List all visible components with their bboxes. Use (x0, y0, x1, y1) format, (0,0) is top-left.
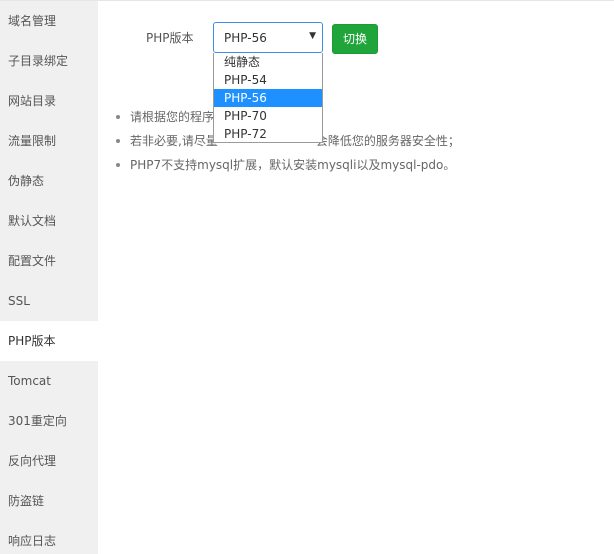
note-text-tail: 会降低您的服务器安全性； (315, 134, 460, 148)
php-version-label: PHP版本 (146, 31, 194, 45)
note-text: 若非必要,请尽量 (130, 134, 218, 148)
bullet-icon (116, 115, 120, 119)
sidebar-item-rewrite[interactable]: 伪静态 (0, 161, 98, 201)
sidebar-item-domain[interactable]: 域名管理 (0, 1, 98, 41)
note-text: PHP7不支持mysql扩展，默认安装mysqli以及mysql-pdo。 (130, 158, 456, 172)
settings-sidebar: 域名管理 子目录绑定 网站目录 流量限制 伪静态 默认文档 配置文件 SSL P… (0, 1, 98, 554)
sidebar-item-config-file[interactable]: 配置文件 (0, 241, 98, 281)
dropdown-option-php70[interactable]: PHP-70 (214, 107, 322, 125)
php-version-select[interactable]: PHP-56 ▼ (213, 22, 323, 53)
sidebar-item-tomcat[interactable]: Tomcat (0, 361, 98, 401)
bullet-icon (116, 139, 120, 143)
php-version-content: PHP版本 PHP-56 ▼ 切换 请根据您的程序 若非必要,请尽量 会降低您的服… (98, 1, 614, 554)
sidebar-item-access-log[interactable]: 响应日志 (0, 521, 98, 554)
sidebar-item-hotlink-protection[interactable]: 防盗链 (0, 481, 98, 521)
note-text: 请根据您的程序 (130, 110, 215, 124)
dropdown-option-static[interactable]: 纯静态 (214, 53, 322, 71)
switch-php-button[interactable]: 切换 (332, 24, 378, 54)
sidebar-item-ssl[interactable]: SSL (0, 281, 98, 321)
sidebar-item-subdirectory-binding[interactable]: 子目录绑定 (0, 41, 98, 81)
dropdown-arrow-icon: ▼ (309, 31, 316, 41)
dropdown-option-php72[interactable]: PHP-72 (214, 125, 322, 143)
bullet-icon (116, 163, 120, 167)
php-version-selected-value: PHP-56 (224, 31, 267, 45)
note-item: PHP7不支持mysql扩展，默认安装mysqli以及mysql-pdo。 (116, 157, 460, 181)
sidebar-item-traffic-limit[interactable]: 流量限制 (0, 121, 98, 161)
php-version-dropdown-menu: 纯静态 PHP-54 PHP-56 PHP-70 PHP-72 (213, 53, 323, 143)
dropdown-option-php56[interactable]: PHP-56 (214, 89, 322, 107)
sidebar-item-php-version[interactable]: PHP版本 (0, 321, 98, 361)
dropdown-option-php54[interactable]: PHP-54 (214, 71, 322, 89)
sidebar-item-default-document[interactable]: 默认文档 (0, 201, 98, 241)
site-settings-panel: 域名管理 子目录绑定 网站目录 流量限制 伪静态 默认文档 配置文件 SSL P… (0, 0, 614, 554)
sidebar-item-reverse-proxy[interactable]: 反向代理 (0, 441, 98, 481)
sidebar-item-301-redirect[interactable]: 301重定向 (0, 401, 98, 441)
sidebar-item-site-directory[interactable]: 网站目录 (0, 81, 98, 121)
